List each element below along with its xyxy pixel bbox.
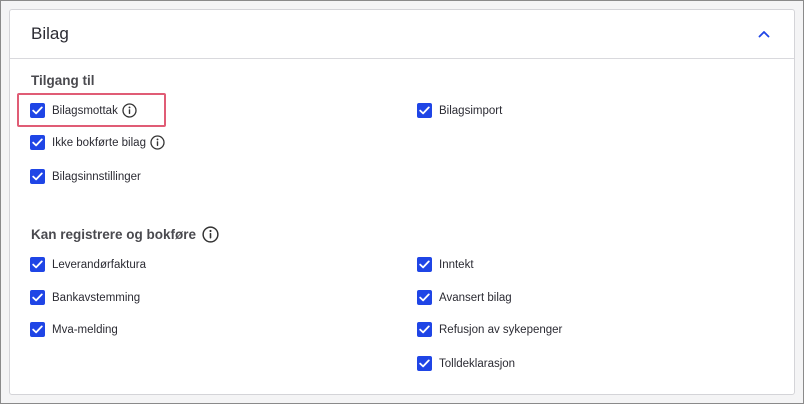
- checkbox-refusjon-av-sykepenger[interactable]: Refusjon av sykepenger: [417, 322, 562, 337]
- checkbox-checked-icon[interactable]: [417, 257, 432, 272]
- bilag-card: Bilag: [9, 9, 795, 395]
- access-section-label: Tilgang til: [31, 73, 95, 88]
- checkbox-label: Tolldeklarasjon: [439, 357, 516, 370]
- checkbox-bilagsinnstillinger[interactable]: Bilagsinnstillinger: [30, 169, 141, 184]
- checkbox-checked-icon[interactable]: [30, 290, 45, 305]
- checkbox-checked-icon[interactable]: [30, 322, 45, 337]
- checkbox-leverandorfaktura[interactable]: Leverandørfaktura: [30, 257, 146, 272]
- register-section-label: Kan registrere og bokføre: [31, 227, 197, 242]
- checkbox-label: Refusjon av sykepenger: [439, 323, 563, 336]
- checkbox-label: Inntekt: [439, 258, 474, 271]
- checkbox-checked-icon[interactable]: [417, 322, 432, 337]
- checkbox-bankavstemming[interactable]: Bankavstemming: [30, 290, 140, 305]
- access-section-title: Tilgang til: [31, 73, 95, 88]
- checkbox-mva-melding[interactable]: Mva-melding: [30, 322, 118, 337]
- checkbox-bilagsmottak[interactable]: Bilagsmottak: [30, 103, 137, 118]
- checkbox-label: Leverandørfaktura: [52, 258, 146, 271]
- info-icon[interactable]: [122, 103, 137, 118]
- checkbox-avansert-bilag[interactable]: Avansert bilag: [417, 290, 512, 305]
- register-section-title: Kan registrere og bokføre: [31, 226, 219, 243]
- checkbox-label: Mva-melding: [52, 323, 118, 336]
- checkbox-ikke-bokforte-bilag[interactable]: Ikke bokførte bilag: [30, 135, 165, 150]
- checkbox-label: Bankavstemming: [52, 291, 141, 304]
- checkbox-checked-icon[interactable]: [30, 135, 45, 150]
- info-icon[interactable]: [150, 135, 165, 150]
- checkbox-label: Bilagsmottak: [52, 104, 118, 117]
- checkbox-checked-icon[interactable]: [30, 103, 45, 118]
- collapse-button[interactable]: [754, 24, 774, 44]
- checkbox-label: Avansert bilag: [439, 291, 512, 304]
- window-frame: Bilag Tilgang til Bilagsmottak Ikke bokf…: [0, 0, 804, 404]
- checkbox-label: Bilagsinnstillinger: [52, 170, 141, 183]
- checkbox-checked-icon[interactable]: [30, 257, 45, 272]
- checkbox-inntekt[interactable]: Inntekt: [417, 257, 474, 272]
- card-title: Bilag: [31, 24, 69, 43]
- checkbox-bilagsimport[interactable]: Bilagsimport: [417, 103, 502, 118]
- card-header[interactable]: Bilag: [10, 10, 794, 59]
- checkbox-checked-icon[interactable]: [417, 290, 432, 305]
- checkbox-tolldeklarasjon[interactable]: Tolldeklarasjon: [417, 356, 515, 371]
- info-icon[interactable]: [202, 226, 219, 243]
- chevron-up-icon: [758, 31, 770, 38]
- checkbox-label: Ikke bokførte bilag: [52, 136, 146, 149]
- checkbox-checked-icon[interactable]: [417, 103, 432, 118]
- checkbox-checked-icon[interactable]: [417, 356, 432, 371]
- checkbox-label: Bilagsimport: [439, 104, 503, 117]
- checkbox-checked-icon[interactable]: [30, 169, 45, 184]
